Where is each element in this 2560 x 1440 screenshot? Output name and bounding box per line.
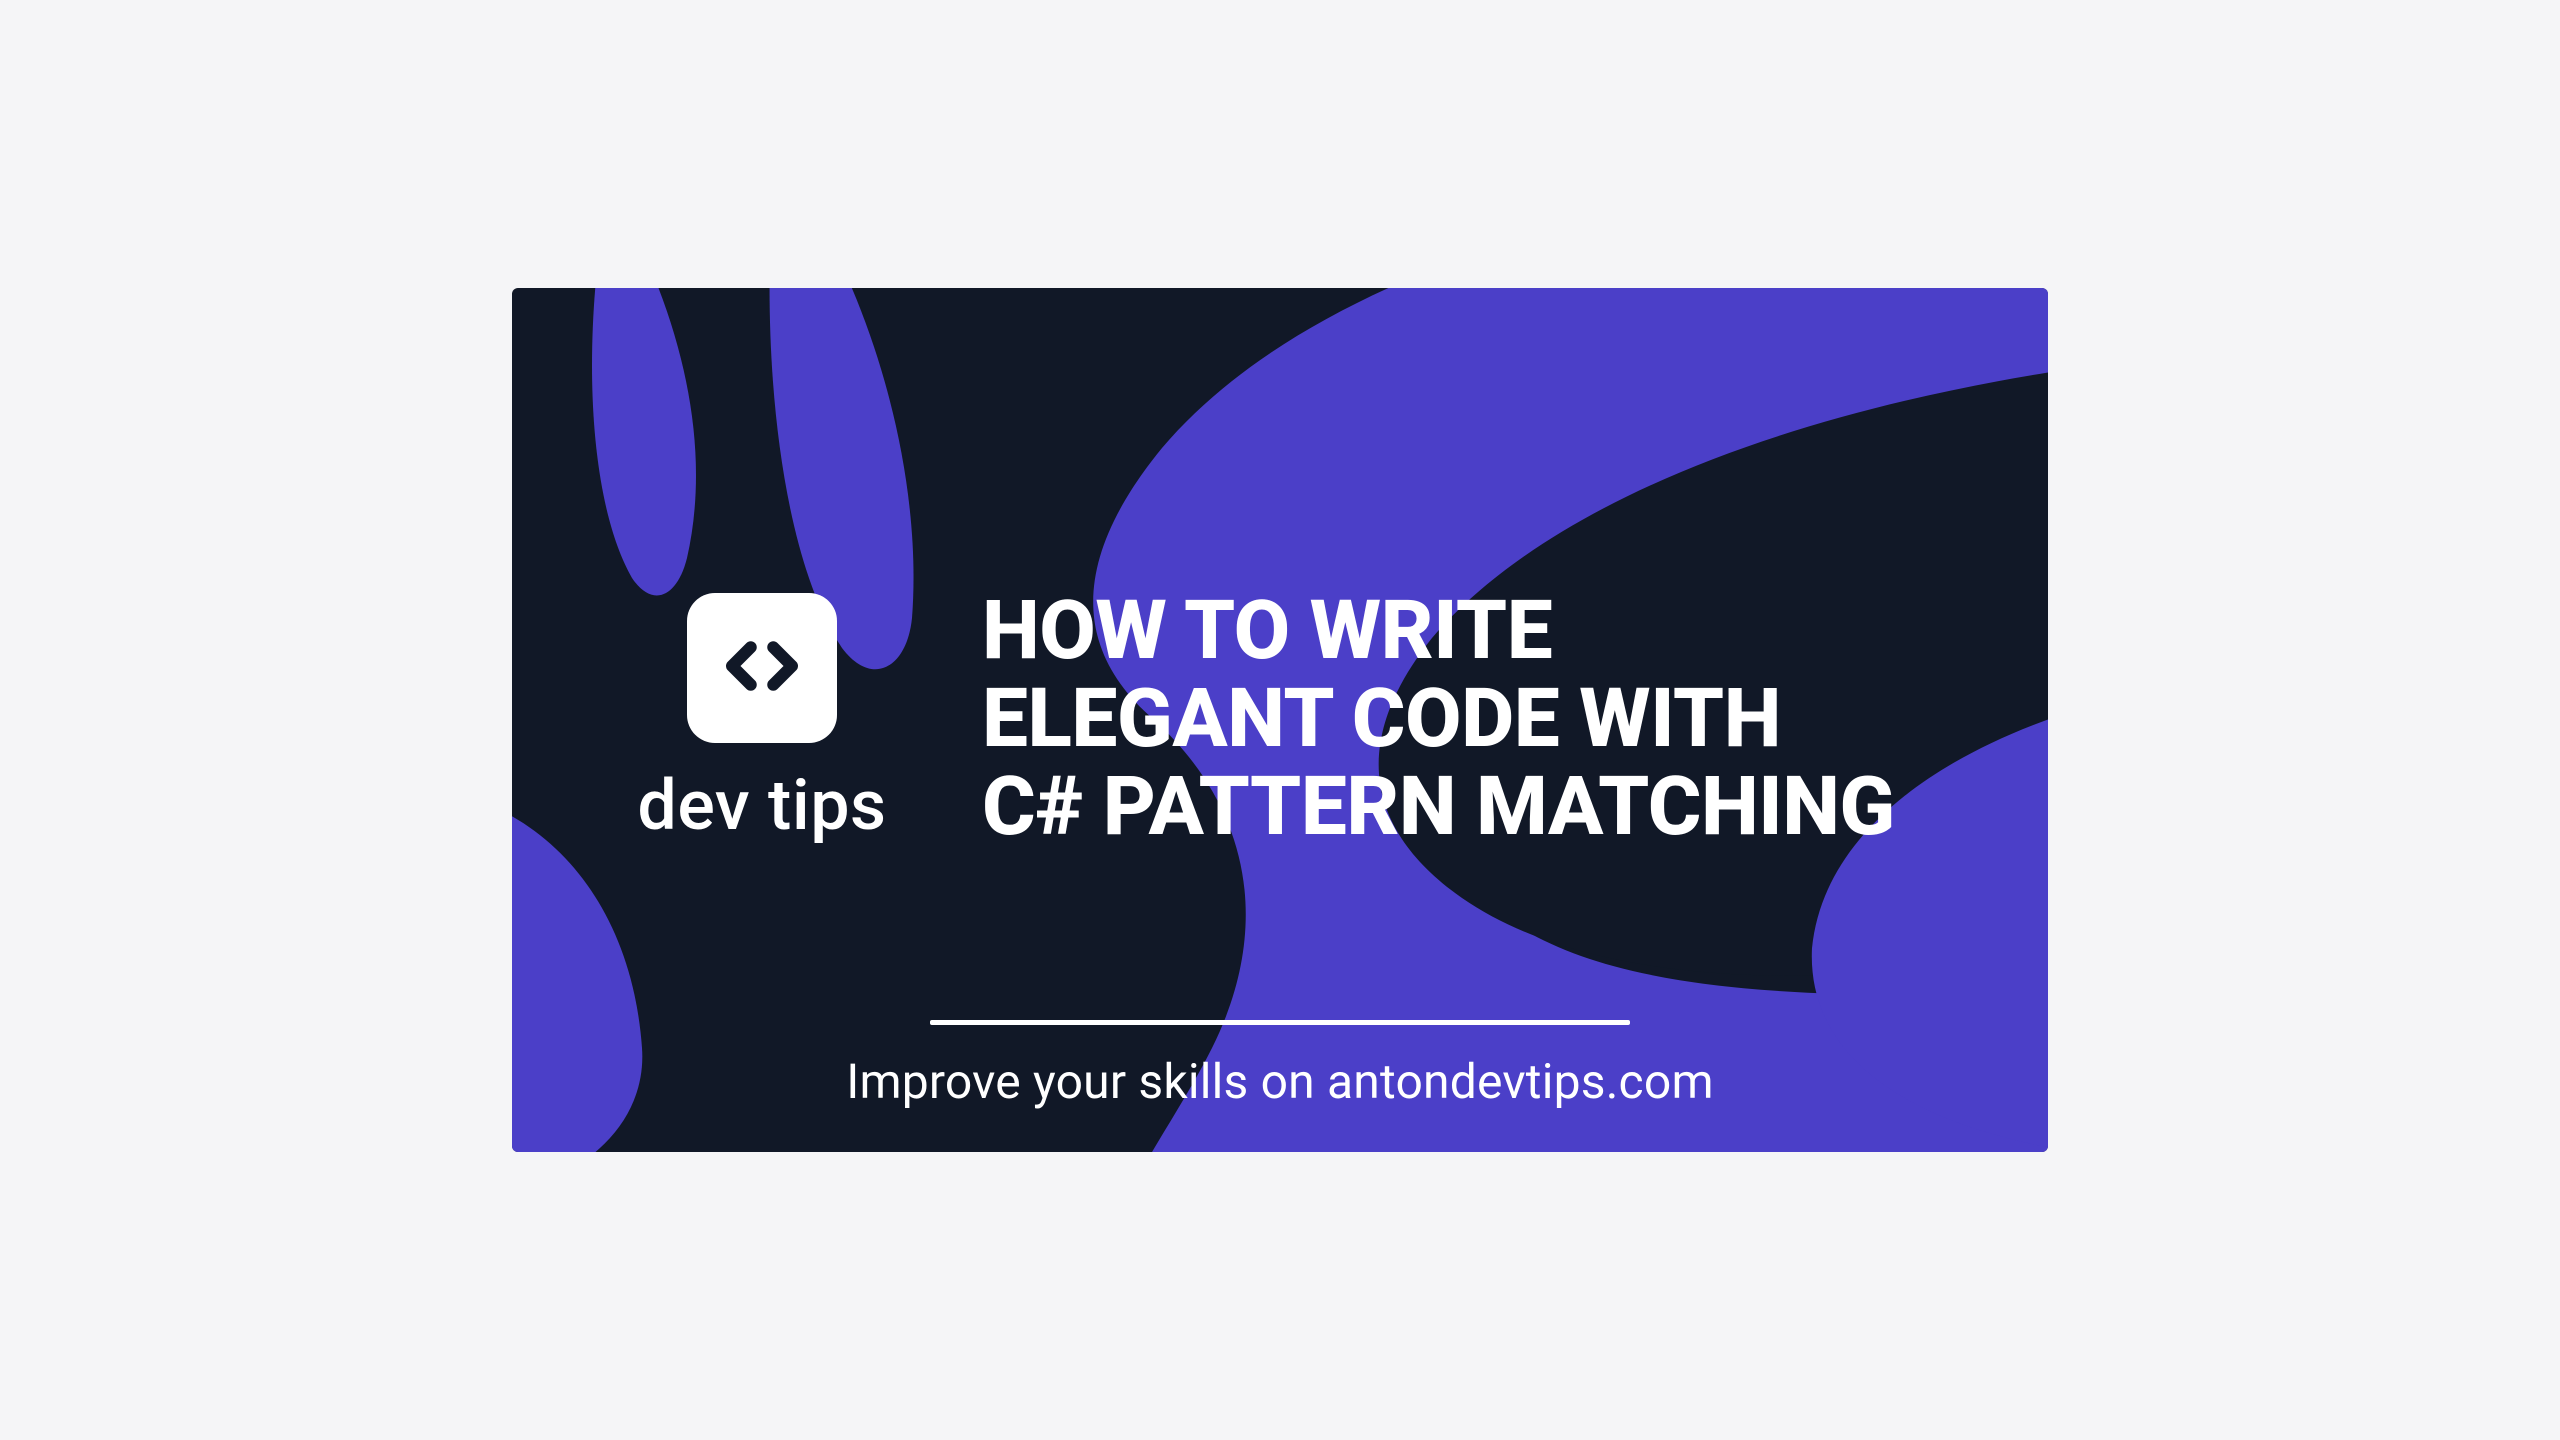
logo-tile	[687, 593, 837, 743]
headline: HOW TO WRITE ELEGANT CODE WITH C# PATTER…	[982, 588, 1895, 851]
tagline: Improve your skills on antondevtips.com	[846, 1053, 1714, 1110]
logo-block: dev tips	[582, 593, 942, 847]
divider	[930, 1020, 1630, 1025]
promo-card: dev tips HOW TO WRITE ELEGANT CODE WITH …	[512, 288, 2048, 1152]
footer: Improve your skills on antondevtips.com	[512, 1020, 2048, 1110]
code-icon	[717, 621, 807, 715]
logo-text: dev tips	[637, 765, 886, 847]
